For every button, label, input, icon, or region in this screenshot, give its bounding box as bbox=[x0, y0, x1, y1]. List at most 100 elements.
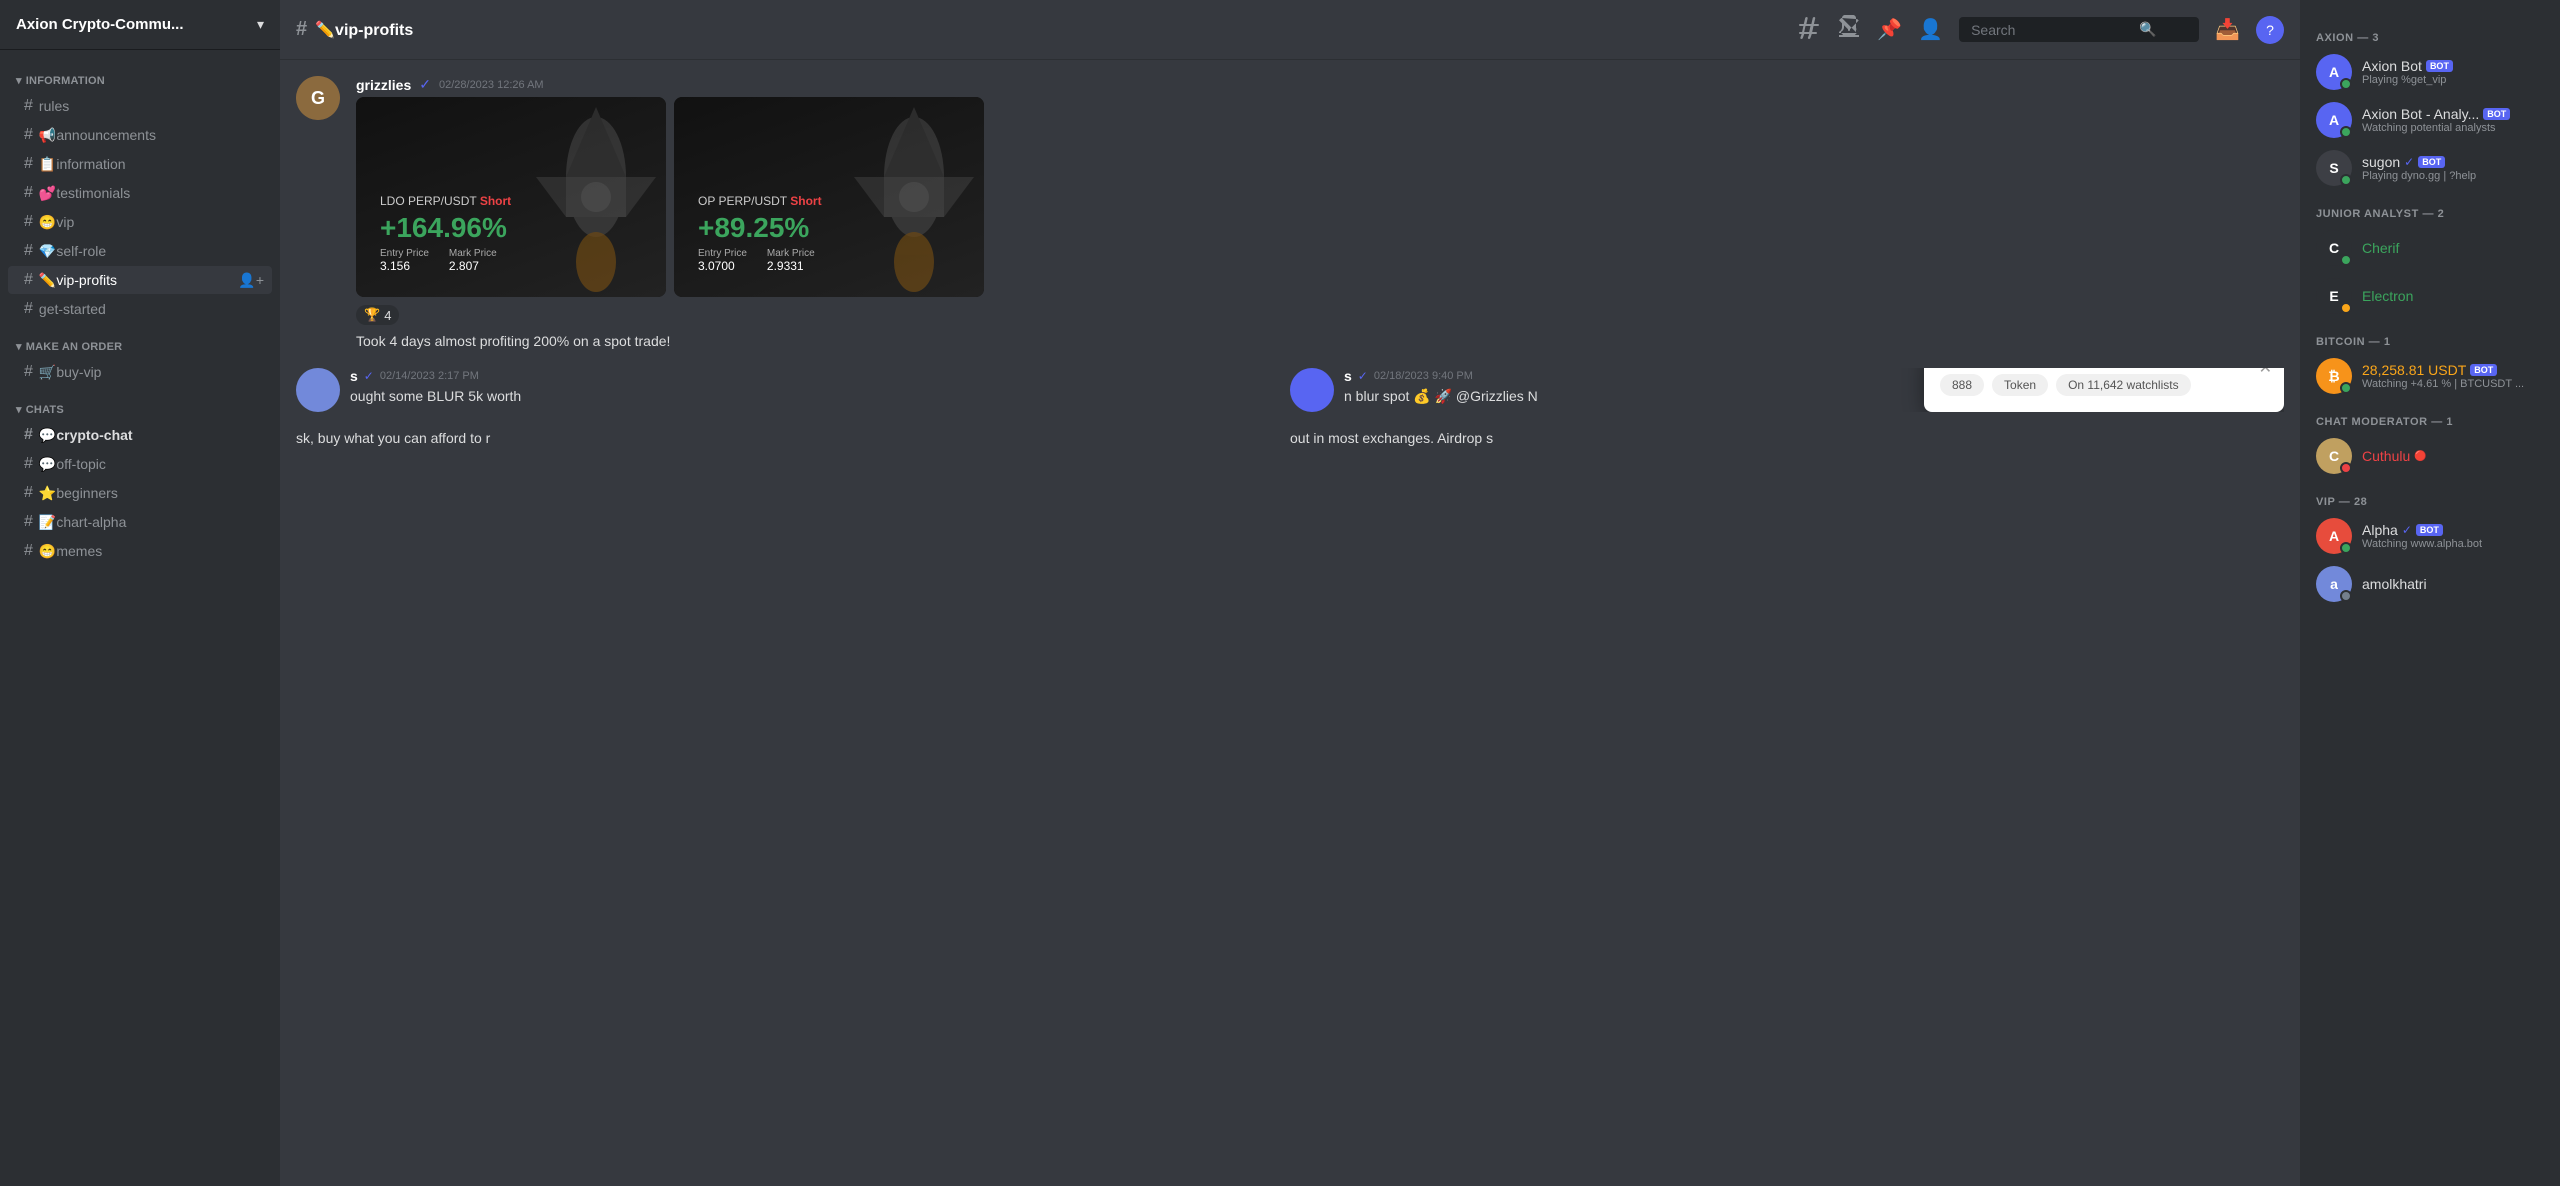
member-amolkhatri[interactable]: a amolkhatri bbox=[2308, 560, 2552, 608]
partial-timestamp-left: 02/14/2023 2:17 PM bbox=[380, 370, 479, 382]
members-section-bitcoin: BITCOIN — 1 bbox=[2308, 320, 2552, 352]
section-information[interactable]: ▾ INFORMATION bbox=[0, 58, 280, 91]
trade-percent-1: +164.96% bbox=[380, 212, 642, 244]
messages-area: G grizzlies ✓ 02/28/2023 12:26 AM bbox=[280, 60, 2300, 1186]
channel-item[interactable]: # rules bbox=[8, 92, 272, 120]
verified-icon: ✓ bbox=[2404, 155, 2414, 169]
avatar: G bbox=[296, 76, 340, 120]
bottom-partial-left: sk, buy what you can afford to r bbox=[296, 428, 1290, 449]
channel-item-crypto-chat[interactable]: # 💬crypto-chat bbox=[8, 421, 272, 449]
member-name: sugon bbox=[2362, 154, 2400, 170]
member-sugon[interactable]: S sugon ✓ BOT Playing dyno.gg | ?help bbox=[2308, 144, 2552, 192]
member-status: Playing dyno.gg | ?help bbox=[2362, 170, 2476, 182]
avatar: A bbox=[2316, 54, 2352, 90]
search-bar[interactable]: 🔍 bbox=[1959, 17, 2199, 42]
hash-icon[interactable] bbox=[1797, 15, 1821, 45]
popup-tag-watchlists[interactable]: On 11,642 watchlists bbox=[2056, 374, 2191, 396]
popup-tag-token[interactable]: Token bbox=[1992, 374, 2048, 396]
verified-icon: ✓ bbox=[364, 369, 374, 383]
avatar: A bbox=[2316, 102, 2352, 138]
member-name: Electron bbox=[2362, 288, 2413, 304]
channel-sidebar: Axion Crypto-Commu... ▾ ▾ INFORMATION # … bbox=[0, 0, 280, 1186]
bot-badge: BOT bbox=[2470, 364, 2497, 376]
svg-text:G: G bbox=[311, 88, 325, 108]
help-icon[interactable]: ? bbox=[2256, 16, 2284, 44]
section-label: CHATS bbox=[26, 404, 64, 416]
member-status: Watching potential analysts bbox=[2362, 122, 2510, 134]
section-make-an-order[interactable]: ▾ MAKE AN ORDER bbox=[0, 324, 280, 357]
popup-close-button[interactable]: ✕ bbox=[2259, 368, 2272, 378]
status-dot bbox=[2340, 590, 2352, 602]
pin-icon[interactable]: 📌 bbox=[1877, 17, 1902, 42]
topbar-icons: 📌 👤 🔍 📥 ? bbox=[1797, 15, 2284, 45]
topbar: # ✏️vip-profits 📌 👤 🔍 📥 ? bbox=[280, 0, 2300, 60]
status-dot bbox=[2340, 382, 2352, 394]
status-dot bbox=[2340, 78, 2352, 90]
member-status: Watching www.alpha.bot bbox=[2362, 538, 2482, 550]
message-author: grizzlies bbox=[356, 77, 411, 93]
channel-item[interactable]: # 💕testimonials bbox=[8, 179, 272, 207]
channel-item[interactable]: # 💬off-topic bbox=[8, 450, 272, 478]
inbox-icon[interactable]: 📥 bbox=[2215, 17, 2240, 42]
members-icon[interactable]: 👤 bbox=[1918, 17, 1943, 42]
member-bitcoin-bot[interactable]: ₿ 28,258.81 USDT BOT Watching +4.61 % | … bbox=[2308, 352, 2552, 400]
member-name: 28,258.81 USDT bbox=[2362, 362, 2466, 378]
popup-tag-number[interactable]: 888 bbox=[1940, 374, 1984, 396]
partial-message-right: s ✓ 02/18/2023 9:40 PM n blur spot 💰 🚀 @… bbox=[1290, 368, 2284, 412]
search-icon: 🔍 bbox=[2139, 21, 2156, 38]
trade-mark-2: 2.9331 bbox=[767, 259, 815, 273]
verified-icon: ✓ bbox=[419, 76, 431, 93]
trade-entry-1: 3.156 bbox=[380, 259, 429, 273]
member-name: Cherif bbox=[2362, 240, 2399, 256]
trade-direction-1: Short bbox=[480, 194, 511, 208]
add-member-icon[interactable]: 👤+ bbox=[238, 272, 264, 289]
bot-badge: BOT bbox=[2416, 524, 2443, 536]
bell-slash-icon[interactable] bbox=[1837, 15, 1861, 45]
trade-pair-1: LDO PERP/USDT bbox=[380, 194, 480, 208]
member-alpha[interactable]: A Alpha ✓ BOT Watching www.alpha.bot bbox=[2308, 512, 2552, 560]
status-dot bbox=[2340, 302, 2352, 314]
member-name: Alpha bbox=[2362, 522, 2398, 538]
verified-icon: ✓ bbox=[1358, 369, 1368, 383]
message: G grizzlies ✓ 02/28/2023 12:26 AM bbox=[296, 76, 2284, 352]
channel-item[interactable]: # 😁memes bbox=[8, 537, 272, 565]
trade-percent-2: +89.25% bbox=[698, 212, 960, 244]
search-input[interactable] bbox=[1971, 22, 2131, 38]
channel-item[interactable]: # 📋information bbox=[8, 150, 272, 178]
trade-cards: LDO PERP/USDT Short +164.96% Entry Price… bbox=[356, 97, 2284, 297]
channel-item[interactable]: # 💎self-role bbox=[8, 237, 272, 265]
channel-item[interactable]: # 🛒buy-vip bbox=[8, 358, 272, 386]
server-header[interactable]: Axion Crypto-Commu... ▾ bbox=[0, 0, 280, 50]
channel-item[interactable]: # 📢announcements bbox=[8, 121, 272, 149]
status-dot bbox=[2340, 254, 2352, 266]
member-axion-bot-analy[interactable]: A Axion Bot - Analy... BOT Watching pote… bbox=[2308, 96, 2552, 144]
trade-entry-2: 3.0700 bbox=[698, 259, 747, 273]
reaction-trophy[interactable]: 🏆 4 bbox=[356, 305, 399, 325]
bottom-partial-row: sk, buy what you can afford to r out in … bbox=[296, 428, 2284, 449]
trade-direction-2: Short bbox=[790, 194, 821, 208]
channel-item[interactable]: # get-started bbox=[8, 295, 272, 323]
channel-list: ▾ INFORMATION # rules # 📢announcements #… bbox=[0, 50, 280, 1186]
section-chats[interactable]: ▾ CHATS bbox=[0, 387, 280, 420]
main-content: # ✏️vip-profits 📌 👤 🔍 📥 ? bbox=[280, 0, 2300, 1186]
member-axion-bot[interactable]: A Axion Bot BOT Playing %get_vip bbox=[2308, 48, 2552, 96]
avatar: A bbox=[2316, 518, 2352, 554]
channel-item[interactable]: # ⭐beginners bbox=[8, 479, 272, 507]
channel-item-vip-profits[interactable]: # ✏️vip-profits 👤+ bbox=[8, 266, 272, 294]
members-sidebar: AXION — 3 A Axion Bot BOT Playing %get_v… bbox=[2300, 0, 2560, 1186]
channel-item[interactable]: # 😁vip bbox=[8, 208, 272, 236]
token-popup: ✕ 888 Token On 11,642 watchlists bbox=[1924, 368, 2284, 412]
channel-hash-icon: # bbox=[296, 18, 307, 41]
member-cherif[interactable]: C Cherif bbox=[2308, 224, 2552, 272]
partial-timestamp-right: 02/18/2023 9:40 PM bbox=[1374, 370, 1473, 382]
message-header: grizzlies ✓ 02/28/2023 12:26 AM bbox=[356, 76, 2284, 93]
avatar: C bbox=[2316, 438, 2352, 474]
member-cuthulu[interactable]: C Cuthulu 🔴 bbox=[2308, 432, 2552, 480]
channel-item[interactable]: # 📝chart-alpha bbox=[8, 508, 272, 536]
member-electron[interactable]: E Electron bbox=[2308, 272, 2552, 320]
server-name: Axion Crypto-Commu... bbox=[16, 16, 184, 33]
partial-author-right: s bbox=[1344, 368, 1352, 384]
member-status: Watching +4.61 % | BTCUSDT ... bbox=[2362, 378, 2524, 390]
partial-message-left: s ✓ 02/14/2023 2:17 PM ought some BLUR 5… bbox=[296, 368, 1290, 412]
dnd-icon: 🔴 bbox=[2414, 451, 2426, 462]
